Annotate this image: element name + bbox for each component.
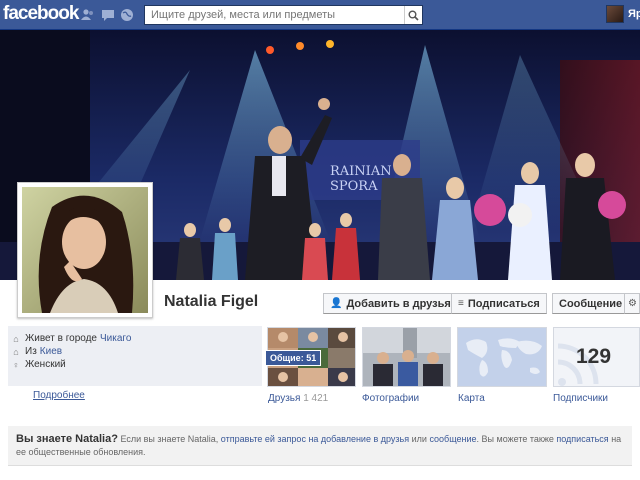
add-friend-label: Добавить в друзья (346, 297, 451, 310)
info-from: ⌂ Из Киев (13, 346, 63, 357)
know-title: Вы знаете Natalia? (16, 433, 118, 445)
facebook-logo[interactable]: facebook (3, 3, 79, 25)
subscribers-label[interactable]: Подписчики (553, 393, 608, 404)
more-info-link[interactable]: Подробнее (33, 390, 85, 401)
messages-icon[interactable] (101, 8, 115, 22)
svg-text:RAINIAN: RAINIAN (330, 164, 392, 179)
photos-tile[interactable] (362, 327, 451, 387)
house-icon: ⌂ (13, 333, 19, 344)
settings-gear-button[interactable]: ⚙ (624, 293, 640, 314)
map-label[interactable]: Карта (458, 393, 485, 404)
add-friend-button[interactable]: 👤 Добавить в друзья (323, 293, 458, 314)
add-friend-icon: 👤 (330, 298, 343, 309)
friends-count: 1 421 (303, 393, 329, 404)
svg-text:SPORA: SPORA (330, 179, 378, 194)
profile-picture[interactable] (17, 182, 153, 318)
from-city-link[interactable]: Киев (40, 346, 62, 357)
info-lives-in: ⌂ Живет в городе Чикаго (13, 333, 132, 344)
user-name-link[interactable]: Яр (628, 8, 640, 20)
map-tile[interactable] (457, 327, 547, 387)
lives-city-link[interactable]: Чикаго (100, 333, 131, 344)
profile-photo-image (22, 187, 148, 313)
photos-thumbnail (363, 328, 450, 386)
search-box[interactable] (144, 5, 423, 25)
gear-icon: ⚙ (628, 298, 637, 309)
message-button[interactable]: Сообщение (552, 293, 630, 314)
subscribe-button[interactable]: ≡ Подписаться (451, 293, 547, 314)
subscribe-label: Подписаться (467, 297, 540, 310)
subscribers-count: 129 (576, 345, 612, 368)
send-message-link[interactable]: сообщение (429, 434, 476, 444)
subscribe-link[interactable]: подписаться (556, 434, 608, 444)
photos-label[interactable]: Фотографии (362, 393, 419, 404)
search-button[interactable] (404, 6, 422, 24)
do-you-know-box: Вы знаете Natalia? Если вы знаете Natali… (8, 426, 632, 466)
world-map-image (458, 328, 546, 386)
gender-icon: ♀ (12, 359, 20, 370)
send-friend-request-link[interactable]: отправьте ей запрос на добавление в друз… (221, 434, 409, 444)
friends-label[interactable]: Друзья 1 421 (268, 393, 328, 404)
mutual-friends-badge[interactable]: Общие: 51 (265, 350, 322, 366)
rss-icon: ≡ (458, 298, 464, 309)
search-input[interactable] (145, 6, 400, 24)
search-icon (408, 10, 419, 21)
friend-requests-icon[interactable] (81, 8, 95, 22)
profile-name: Natalia Figel (164, 293, 259, 310)
top-bar: facebook Яр (0, 0, 640, 30)
message-label: Сообщение (559, 297, 623, 310)
location-pin-icon: ⌂ (13, 346, 19, 357)
user-avatar[interactable] (606, 5, 624, 23)
info-gender: ♀ Женский (12, 359, 66, 370)
notifications-globe-icon[interactable] (120, 8, 134, 22)
